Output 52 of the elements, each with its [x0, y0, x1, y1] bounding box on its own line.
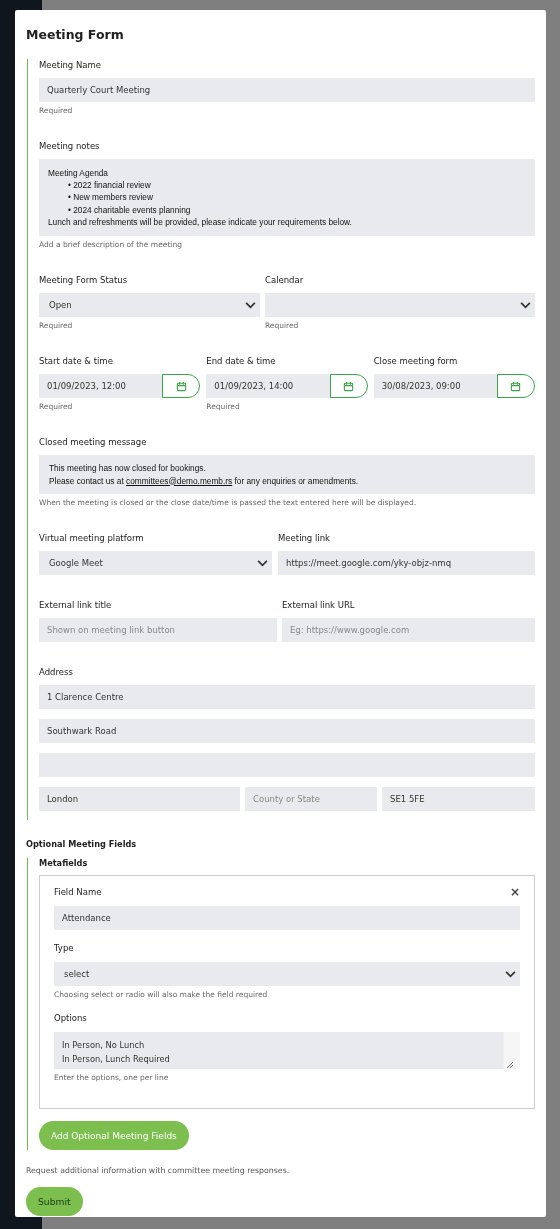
chevron-down-icon	[520, 301, 531, 309]
calendar-icon	[510, 380, 522, 392]
status-select[interactable]: Open	[39, 293, 260, 317]
field-label: Start date & time	[39, 355, 114, 367]
platform-select[interactable]: Google Meet	[39, 551, 272, 575]
field-label: Virtual meeting platform	[39, 532, 145, 544]
input-field[interactable]: SE1 5FE	[382, 787, 535, 811]
field-label: Field Name	[54, 886, 102, 898]
date-input[interactable]: 30/08/2023, 09:00	[373, 374, 497, 398]
field-label: Closed meeting message	[39, 436, 148, 448]
modal-title: Meeting Form	[26, 27, 125, 43]
calendar-icon	[175, 380, 187, 392]
input-field[interactable]: Eg: https://www.google.com	[282, 618, 535, 642]
options-textarea[interactable]: In Person, No Lunch In Person, Lunch Required	[54, 1032, 503, 1069]
field-label: Close meeting form	[373, 355, 459, 367]
submit-button[interactable]: Submit	[26, 1187, 83, 1216]
calendar-button[interactable]	[162, 374, 201, 398]
date-input[interactable]: 01/09/2023, 12:00	[39, 374, 163, 398]
input-field[interactable]: Southwark Road	[39, 719, 535, 743]
field-label: Type	[54, 942, 75, 954]
date-input[interactable]: 01/09/2023, 14:00	[206, 374, 330, 398]
field-label: Calendar	[265, 274, 305, 286]
field-label: External link URL	[282, 599, 356, 611]
close-button[interactable]: ×	[509, 886, 520, 898]
subsection-title: Metafields	[39, 858, 89, 868]
type-select[interactable]: select	[54, 962, 520, 986]
message-textarea[interactable]: This meeting has now closed for bookings. Please contact us at committees@demo.memb.rs for any enquiries or amendments.	[39, 455, 535, 494]
input-field[interactable]: Attendance	[54, 906, 520, 930]
calendar-button[interactable]	[497, 374, 535, 398]
field-label: Address	[39, 666, 74, 678]
field-label: External link title	[39, 599, 113, 611]
field-label: Options	[54, 1012, 88, 1024]
input-field[interactable]: Quarterly Court Meeting	[39, 78, 535, 102]
calendar-icon	[343, 380, 355, 392]
field-label: Meeting Name	[39, 59, 103, 71]
input-field[interactable]: https://meet.google.com/yky-objz-nmq	[278, 551, 535, 575]
input-field[interactable]: 1 Clarence Centre	[39, 685, 535, 709]
field-label: Meeting link	[278, 532, 331, 544]
calendar-button[interactable]	[329, 374, 368, 398]
field-label: Meeting notes	[39, 140, 101, 152]
chevron-down-icon	[257, 559, 268, 567]
chevron-down-icon	[245, 301, 256, 309]
field-label: Meeting Form Status	[39, 274, 129, 286]
chevron-down-icon	[505, 970, 516, 978]
section-title: Optional Meeting Fields	[26, 839, 138, 849]
field-label: End date & time	[206, 355, 277, 367]
email-link[interactable]: committees@demo.memb.rs	[126, 475, 233, 486]
resize-handle-icon[interactable]	[504, 1059, 514, 1069]
input-field[interactable]: London	[39, 787, 240, 811]
input-field[interactable]: County or State	[245, 787, 377, 811]
input-field[interactable]: Shown on meeting link button	[39, 618, 277, 642]
notes-textarea[interactable]: Meeting Agenda • 2022 financial review • New members review • 2024 charitable events planning Lunch and refreshments will be provided, please indicate your requirements below.	[39, 159, 535, 236]
